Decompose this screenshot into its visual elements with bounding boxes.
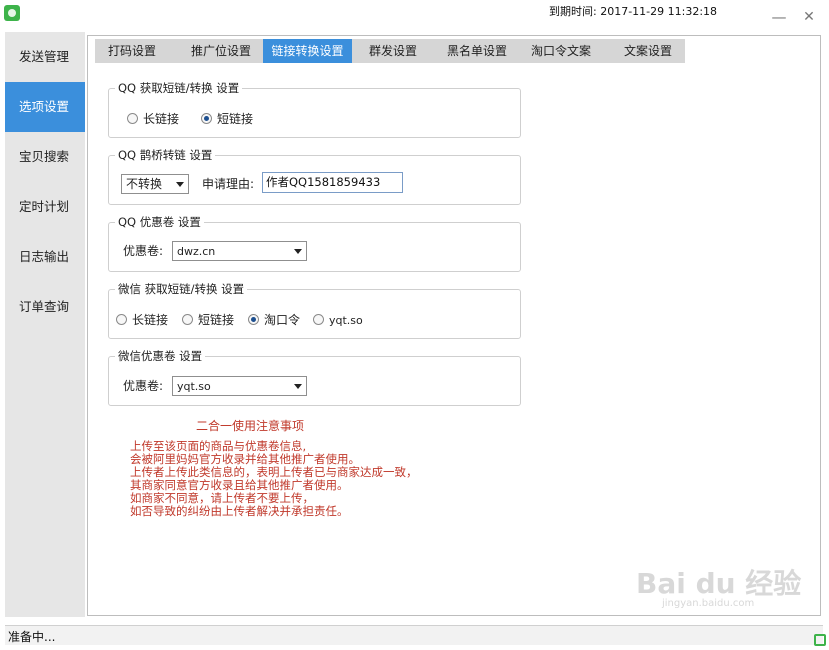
tab-taokouling[interactable]: 淘口令文案 — [521, 39, 601, 63]
select-value: dwz.cn — [177, 245, 216, 258]
radio-label: 淘口令 — [264, 313, 301, 327]
qq-bridge-select[interactable]: 不转换 — [121, 174, 189, 194]
qq-coupon-select[interactable]: dwz.cn — [172, 241, 307, 261]
qq-link-group: QQ 获取短链/转换 设置 长链接 短链接 — [108, 81, 521, 138]
sidebar-item-options[interactable]: 选项设置 — [5, 82, 85, 132]
wechat-yqt-radio[interactable]: yqt.so — [313, 312, 363, 328]
tab-copywriting[interactable]: 文案设置 — [611, 39, 685, 63]
chevron-down-icon — [176, 182, 184, 187]
notes-title: 二合一使用注意事项 — [196, 419, 305, 433]
qq-coupon-title: QQ 优惠卷 设置 — [115, 215, 204, 229]
expire-time: 到期时间: 2017-11-29 11:32:18 — [549, 5, 718, 18]
radio-icon — [127, 113, 138, 124]
radio-label: 短链接 — [217, 112, 254, 126]
sidebar-item-send-manage[interactable]: 发送管理 — [5, 32, 85, 82]
wechat-coupon-title: 微信优惠卷 设置 — [115, 349, 206, 363]
radio-label: yqt.so — [329, 314, 363, 327]
wechat-coupon-group: 微信优惠卷 设置 优惠卷: yqt.so — [108, 349, 521, 406]
status-text: 准备中... — [8, 630, 56, 644]
main-panel: 打码设置 推广位设置 链接转换设置 群发设置 黑名单设置 淘口令文案 文案设置 … — [87, 35, 821, 616]
tab-blacklist[interactable]: 黑名单设置 — [437, 39, 517, 63]
title-bar: 到期时间: 2017-11-29 11:32:18 — ✕ — [0, 0, 829, 34]
qq-coupon-label: 优惠卷: — [123, 244, 164, 258]
chevron-down-icon — [294, 384, 302, 389]
qq-long-link-radio[interactable]: 长链接 — [127, 111, 179, 127]
tab-bar: 打码设置 推广位设置 链接转换设置 群发设置 黑名单设置 淘口令文案 文案设置 — [95, 39, 685, 63]
radio-label: 长链接 — [143, 112, 180, 126]
reason-input[interactable]: 作者QQ1581859433 — [262, 172, 403, 193]
radio-icon — [116, 314, 127, 325]
qq-short-link-radio[interactable]: 短链接 — [201, 111, 253, 127]
tab-promo-slot[interactable]: 推广位设置 — [181, 39, 261, 63]
baidu-watermark: Bai du 经验 — [636, 567, 802, 600]
resize-grip-icon[interactable] — [814, 634, 826, 646]
close-button[interactable]: ✕ — [798, 6, 820, 28]
status-bar: 准备中... — [5, 625, 823, 645]
sidebar-item-product-search[interactable]: 宝贝搜索 — [5, 132, 85, 182]
sidebar-item-schedule[interactable]: 定时计划 — [5, 182, 85, 232]
wechat-link-title: 微信 获取短链/转换 设置 — [115, 282, 248, 296]
minimize-button[interactable]: — — [768, 6, 790, 28]
app-logo-icon — [4, 5, 20, 21]
sidebar: 发送管理 选项设置 宝贝搜索 定时计划 日志输出 订单查询 — [5, 32, 85, 617]
tab-captcha[interactable]: 打码设置 — [95, 39, 169, 63]
wechat-short-link-radio[interactable]: 短链接 — [182, 312, 234, 328]
notes-line: 如否导致的纠纷由上传者解决并承担责任。 — [130, 504, 349, 518]
wechat-link-group: 微信 获取短链/转换 设置 长链接 短链接 淘口令 yqt.so — [108, 282, 521, 339]
qq-bridge-group: QQ 鹊桥转链 设置 不转换 申请理由: 作者QQ1581859433 — [108, 148, 521, 205]
reason-label: 申请理由: — [202, 177, 255, 191]
qq-link-title: QQ 获取短链/转换 设置 — [115, 81, 243, 95]
notes-text: 上传至该页面的商品与优惠卷信息, 会被阿里妈妈官方收录并给其他推广者使用。 上传… — [130, 440, 418, 518]
tab-link-convert[interactable]: 链接转换设置 — [263, 39, 352, 63]
radio-icon — [182, 314, 193, 325]
qq-bridge-title: QQ 鹊桥转链 设置 — [115, 148, 216, 162]
wechat-long-link-radio[interactable]: 长链接 — [116, 312, 168, 328]
wechat-coupon-select[interactable]: yqt.so — [172, 376, 307, 396]
select-value: 不转换 — [126, 177, 163, 191]
sidebar-item-log-output[interactable]: 日志输出 — [5, 232, 85, 282]
select-value: yqt.so — [177, 380, 211, 393]
sidebar-item-order-query[interactable]: 订单查询 — [5, 282, 85, 332]
qq-coupon-group: QQ 优惠卷 设置 优惠卷: dwz.cn — [108, 215, 521, 272]
wechat-coupon-label: 优惠卷: — [123, 379, 164, 393]
radio-icon — [313, 314, 324, 325]
radio-label: 长链接 — [132, 313, 169, 327]
tab-group-send[interactable]: 群发设置 — [357, 39, 429, 63]
wechat-taokouling-radio[interactable]: 淘口令 — [248, 312, 300, 328]
radio-checked-icon — [201, 113, 212, 124]
radio-checked-icon — [248, 314, 259, 325]
baidu-watermark-url: jingyan.baidu.com — [662, 598, 755, 609]
radio-label: 短链接 — [198, 313, 235, 327]
chevron-down-icon — [294, 249, 302, 254]
